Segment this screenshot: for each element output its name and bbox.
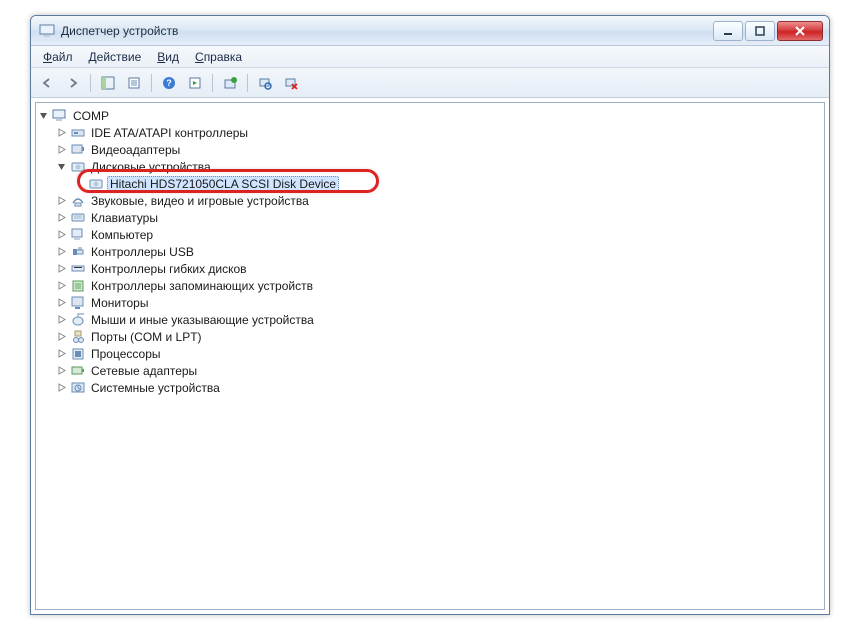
toolbar-separator [247,74,248,92]
category-icon [70,193,86,209]
category-icon [70,261,86,277]
menu-view[interactable]: Вид [149,48,187,66]
tree-item[interactable]: Сетевые адаптеры [56,362,822,379]
update-driver-button[interactable] [218,71,242,95]
tree-item-label: Мыши и иные указывающие устройства [89,313,316,327]
category-icon [70,346,86,362]
action-button[interactable] [183,71,207,95]
menu-help[interactable]: Справка [187,48,250,66]
device-tree-panel[interactable]: COMP IDE ATA/ATAPI контроллеры Видеоадапт… [35,102,825,610]
tree-item[interactable]: Дисковые устройства [56,158,822,175]
tree-item-label: Сетевые адаптеры [89,364,199,378]
show-hide-tree-button[interactable] [96,71,120,95]
menu-action[interactable]: Действие [81,48,150,66]
disk-icon [88,176,104,192]
category-icon [70,210,86,226]
tree-item[interactable]: Видеоадаптеры [56,141,822,158]
expand-icon[interactable] [56,383,66,393]
help-button[interactable]: ? [157,71,181,95]
minimize-button[interactable] [713,21,743,41]
tree-item[interactable]: Клавиатуры [56,209,822,226]
scan-hardware-button[interactable] [253,71,277,95]
properties-button[interactable] [122,71,146,95]
close-button[interactable] [777,21,823,41]
category-icon [70,142,86,158]
maximize-button[interactable] [745,21,775,41]
svg-text:?: ? [166,78,172,88]
menu-file[interactable]: Файл [35,48,81,66]
no-expand [74,179,84,189]
category-icon [70,380,86,396]
tree-item[interactable]: Мыши и иные указывающие устройства [56,311,822,328]
tree-item-label: IDE ATA/ATAPI контроллеры [89,126,250,140]
tree-item-label: Hitachi HDS721050CLA SCSI Disk Device [107,176,339,192]
tree-item-label: Системные устройства [89,381,222,395]
toolbar: ? [31,68,829,98]
expand-icon[interactable] [56,264,66,274]
category-icon [70,125,86,141]
device-manager-window: Диспетчер устройств Файл Действие Вид Сп… [30,15,830,615]
tree-item-label: Компьютер [89,228,155,242]
category-icon [70,227,86,243]
tree-item-label: Звуковые, видео и игровые устройства [89,194,311,208]
tree-item[interactable]: Мониторы [56,294,822,311]
tree-item-label: Мониторы [89,296,150,310]
tree-item-label: Видеоадаптеры [89,143,182,157]
sysbuttons [711,21,823,41]
uninstall-button[interactable] [279,71,303,95]
tree-item[interactable]: Контроллеры USB [56,243,822,260]
collapse-icon[interactable] [38,111,48,121]
expand-icon[interactable] [56,298,66,308]
category-icon [70,159,86,175]
tree-item-disk[interactable]: Hitachi HDS721050CLA SCSI Disk Device [74,175,822,192]
expand-icon[interactable] [56,315,66,325]
expand-icon[interactable] [56,213,66,223]
app-icon [39,23,55,39]
tree-item[interactable]: Контроллеры гибких дисков [56,260,822,277]
tree-item-label: Контроллеры гибких дисков [89,262,249,276]
tree-item-label: Процессоры [89,347,163,361]
category-icon [70,244,86,260]
tree-item-label: Порты (COM и LPT) [89,330,204,344]
computer-icon [52,108,68,124]
expand-icon[interactable] [56,247,66,257]
toolbar-separator [90,74,91,92]
category-icon [70,278,86,294]
tree-item[interactable]: Компьютер [56,226,822,243]
tree-item-label: Клавиатуры [89,211,160,225]
category-icon [70,363,86,379]
menubar: Файл Действие Вид Справка [31,46,829,68]
nav-forward-button[interactable] [61,71,85,95]
titlebar[interactable]: Диспетчер устройств [31,16,829,46]
expand-icon[interactable] [56,281,66,291]
category-icon [70,312,86,328]
expand-icon[interactable] [56,230,66,240]
nav-back-button[interactable] [35,71,59,95]
tree-item-label: Дисковые устройства [89,160,213,174]
tree-item[interactable]: Звуковые, видео и игровые устройства [56,192,822,209]
toolbar-separator [212,74,213,92]
category-icon [70,295,86,311]
tree-root-label: COMP [71,109,111,123]
expand-icon[interactable] [56,145,66,155]
toolbar-separator [151,74,152,92]
expand-icon[interactable] [56,332,66,342]
tree-root[interactable]: COMP [38,107,822,124]
tree-item-label: Контроллеры запоминающих устройств [89,279,315,293]
expand-icon[interactable] [56,349,66,359]
tree-item[interactable]: Системные устройства [56,379,822,396]
collapse-icon[interactable] [56,162,66,172]
expand-icon[interactable] [56,366,66,376]
expand-icon[interactable] [56,196,66,206]
tree-item[interactable]: Порты (COM и LPT) [56,328,822,345]
tree-item-label: Контроллеры USB [89,245,196,259]
tree-item[interactable]: Контроллеры запоминающих устройств [56,277,822,294]
tree-item[interactable]: Процессоры [56,345,822,362]
category-icon [70,329,86,345]
window-title: Диспетчер устройств [61,24,711,38]
expand-icon[interactable] [56,128,66,138]
tree-item[interactable]: IDE ATA/ATAPI контроллеры [56,124,822,141]
